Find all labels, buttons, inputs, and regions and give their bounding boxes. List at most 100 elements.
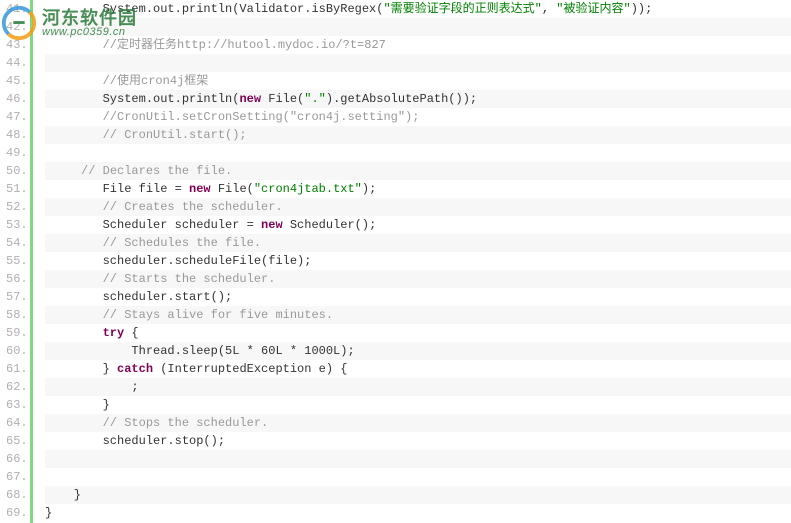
- code-line[interactable]: // Stays alive for five minutes.: [45, 306, 791, 324]
- token-comment: // Stays alive for five minutes.: [103, 308, 333, 322]
- code-line[interactable]: System.out.println(Validator.isByRegex("…: [45, 0, 791, 18]
- code-line[interactable]: //CronUtil.setCronSetting("cron4j.settin…: [45, 108, 791, 126]
- token-default: [45, 308, 103, 322]
- token-string: ".": [304, 92, 326, 106]
- token-default: System.out.println(: [45, 92, 239, 106]
- line-number: 47.: [6, 108, 22, 126]
- token-comment: //使用cron4j框架: [103, 74, 209, 88]
- token-default: Scheduler scheduler =: [45, 218, 261, 232]
- token-default: File(: [211, 182, 254, 196]
- code-line[interactable]: [45, 450, 791, 468]
- token-default: );: [362, 182, 376, 196]
- token-default: scheduler.start();: [45, 290, 232, 304]
- token-default: ;: [45, 380, 139, 394]
- code-line[interactable]: File file = new File("cron4jtab.txt");: [45, 180, 791, 198]
- token-string: "被验证内容": [556, 2, 630, 16]
- code-line[interactable]: }: [45, 486, 791, 504]
- token-default: }: [45, 362, 117, 376]
- token-default: [45, 38, 103, 52]
- code-line[interactable]: System.out.println(new File(".").getAbso…: [45, 90, 791, 108]
- token-keyword: new: [189, 182, 211, 196]
- line-number: 69.: [6, 504, 22, 522]
- line-number: 61.: [6, 360, 22, 378]
- code-line[interactable]: scheduler.start();: [45, 288, 791, 306]
- code-line[interactable]: }: [45, 504, 791, 522]
- token-default: System.out.println(Validator.isByRegex(: [45, 2, 383, 16]
- token-comment: // Stops the scheduler.: [103, 416, 269, 430]
- token-default: Scheduler();: [283, 218, 377, 232]
- code-line[interactable]: Thread.sleep(5L * 60L * 1000L);: [45, 342, 791, 360]
- code-line[interactable]: Scheduler scheduler = new Scheduler();: [45, 216, 791, 234]
- line-number: 66.: [6, 450, 22, 468]
- code-line[interactable]: scheduler.stop();: [45, 432, 791, 450]
- line-number: 45.: [6, 72, 22, 90]
- code-line[interactable]: // Declares the file.: [45, 162, 791, 180]
- token-default: scheduler.scheduleFile(file);: [45, 254, 311, 268]
- code-line[interactable]: ;: [45, 378, 791, 396]
- token-default: (InterruptedException e) {: [153, 362, 347, 376]
- token-default: [45, 110, 103, 124]
- token-comment: // Starts the scheduler.: [103, 272, 276, 286]
- token-keyword: new: [261, 218, 283, 232]
- line-number: 50.: [6, 162, 22, 180]
- line-number: 44.: [6, 54, 22, 72]
- token-keyword: try: [103, 326, 125, 340]
- token-default: }: [45, 506, 52, 520]
- line-number: 42.: [6, 18, 22, 36]
- code-editor[interactable]: 41.42.43.44.45.46.47.48.49.50.51.52.53.5…: [0, 0, 791, 523]
- code-line[interactable]: //定时器任务http://hutool.mydoc.io/?t=827: [45, 36, 791, 54]
- line-gutter: 41.42.43.44.45.46.47.48.49.50.51.52.53.5…: [0, 0, 30, 523]
- token-string: "cron4jtab.txt": [254, 182, 362, 196]
- code-area[interactable]: System.out.println(Validator.isByRegex("…: [33, 0, 791, 523]
- code-line[interactable]: // Schedules the file.: [45, 234, 791, 252]
- token-default: File file =: [45, 182, 189, 196]
- code-line[interactable]: // Starts the scheduler.: [45, 270, 791, 288]
- token-default: [45, 272, 103, 286]
- token-default: File(: [261, 92, 304, 106]
- line-number: 62.: [6, 378, 22, 396]
- code-line[interactable]: try {: [45, 324, 791, 342]
- token-default: scheduler.stop();: [45, 434, 225, 448]
- code-line[interactable]: [45, 144, 791, 162]
- code-line[interactable]: // Stops the scheduler.: [45, 414, 791, 432]
- line-number: 67.: [6, 468, 22, 486]
- token-default: }: [45, 488, 81, 502]
- code-line[interactable]: } catch (InterruptedException e) {: [45, 360, 791, 378]
- token-comment: //定时器任务http://hutool.mydoc.io/?t=827: [103, 38, 386, 52]
- line-number: 46.: [6, 90, 22, 108]
- token-default: [45, 416, 103, 430]
- token-default: ,: [542, 2, 556, 16]
- line-number: 55.: [6, 252, 22, 270]
- code-line[interactable]: [45, 18, 791, 36]
- code-line[interactable]: // CronUtil.start();: [45, 126, 791, 144]
- token-comment: //CronUtil.setCronSetting("cron4j.settin…: [103, 110, 420, 124]
- line-number: 41.: [6, 0, 22, 18]
- token-comment: // Creates the scheduler.: [103, 200, 283, 214]
- token-default: ));: [631, 2, 653, 16]
- code-line[interactable]: //使用cron4j框架: [45, 72, 791, 90]
- line-number: 57.: [6, 288, 22, 306]
- line-number: 63.: [6, 396, 22, 414]
- token-comment: // CronUtil.start();: [103, 128, 247, 142]
- line-number: 58.: [6, 306, 22, 324]
- token-string: "需要验证字段的正则表达式": [383, 2, 541, 16]
- token-default: }: [45, 398, 110, 412]
- token-default: [45, 74, 103, 88]
- token-default: [45, 326, 103, 340]
- token-comment: // Schedules the file.: [103, 236, 261, 250]
- token-keyword: catch: [117, 362, 153, 376]
- code-line[interactable]: scheduler.scheduleFile(file);: [45, 252, 791, 270]
- code-line[interactable]: }: [45, 396, 791, 414]
- code-line[interactable]: [45, 468, 791, 486]
- line-number: 51.: [6, 180, 22, 198]
- code-line[interactable]: [45, 54, 791, 72]
- token-comment: // Declares the file.: [81, 164, 232, 178]
- line-number: 52.: [6, 198, 22, 216]
- token-default: [45, 200, 103, 214]
- line-number: 56.: [6, 270, 22, 288]
- line-number: 49.: [6, 144, 22, 162]
- line-number: 53.: [6, 216, 22, 234]
- token-default: Thread.sleep(5L * 60L * 1000L);: [45, 344, 355, 358]
- line-number: 64.: [6, 414, 22, 432]
- code-line[interactable]: // Creates the scheduler.: [45, 198, 791, 216]
